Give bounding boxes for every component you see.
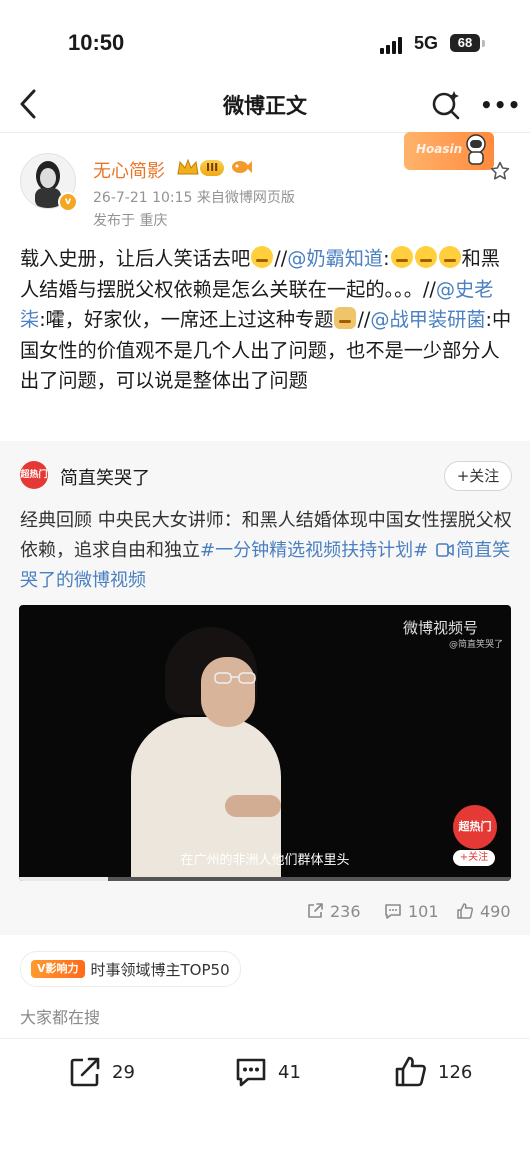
status-bar: 10:50 5G 68 [0,0,530,80]
repost-count: 29 [112,1061,135,1083]
crown-icon [177,158,199,175]
share-icon [70,1057,100,1087]
battery-icon: 68 [450,34,480,52]
repost-stat-shares-count: 236 [330,902,361,921]
fish-icon [232,161,252,173]
speaker-hand [225,795,281,817]
follow-button[interactable]: +关注 [444,461,512,491]
astronaut-icon [466,134,486,165]
video-progress-fill [19,877,108,881]
signal-icon [380,36,406,54]
doge-emoji-icon [334,307,357,329]
more-icon[interactable]: ••• [480,95,521,115]
post-text-part: 载入史册，让后人笑话去吧 [20,247,251,270]
mention-link[interactable]: @战甲装研菌 [370,308,485,331]
like-button[interactable]: 126 [394,1052,472,1092]
author-name[interactable]: 无心简影 [93,157,165,183]
smirk-emoji-icon [251,246,274,268]
repost-avatar[interactable]: 超热门 [20,461,48,489]
sweat-smile-emoji-icon [414,246,437,268]
video-camera-icon [436,543,454,557]
nav-bar: 微博正文 ••• [0,80,530,132]
post-text: 载入史册，让后人笑话去吧//@奶霸知道: 和黑人结婚与摆脱父权依赖是怎么关联在一起… [20,244,514,397]
comment-icon [236,1058,266,1087]
topic-link[interactable]: #一分钟精选视频扶持计划# [200,540,428,561]
video-progress-bar[interactable] [19,877,511,881]
status-time: 10:50 [68,30,125,55]
decoration-text: Hoasin [416,142,463,156]
like-count: 126 [438,1061,473,1083]
repost-button[interactable]: 29 [68,1052,135,1092]
trending-search-title: 大家都在搜 [20,1008,101,1027]
mention-link[interactable]: @奶霸知道 [287,247,383,270]
video-player[interactable]: 微博视频号 @简直笑哭了 超热门 +关注 在广州的非洲人他们群体里头 [19,605,511,881]
video-watermark-sub: @简直笑哭了 [449,640,504,650]
influence-text: 时事领域博主TOP50 [90,960,230,979]
search-icon[interactable] [430,88,462,120]
glasses-icon [214,672,256,684]
repost-stat-shares[interactable]: 236 [306,901,361,923]
repost-stat-likes-count: 490 [480,902,511,921]
post-text-part: :嚯，好家伙，一席还上过这种专题 [39,308,334,331]
post-time-source: 26-7-21 10:15 来自微博网页版 [93,190,295,206]
influence-badge: V影响力 [31,960,85,978]
repost-text: 经典回顾 中央民大女讲师：和黑人结婚体现中国女性摆脱父权依赖，追求自由和独立#一… [20,506,514,596]
sweat-smile-emoji-icon [438,246,461,268]
comment-count: 41 [278,1061,301,1083]
post-text-part: : [383,247,390,270]
repost-separator: // [357,308,371,331]
repost-author-name[interactable]: 简直笑哭了 [60,464,150,490]
hot-badge: 超热门 [453,805,497,849]
video-subtitle: 在广州的非洲人他们群体里头 [180,853,350,868]
repost-separator: // [274,247,288,270]
speaker-face [201,657,255,727]
share-icon [308,903,323,918]
star-icon[interactable] [490,161,510,181]
repost-stat-comments[interactable]: 101 [384,901,439,923]
like-icon [395,1056,426,1087]
post-location: 发布于 重庆 [93,213,168,229]
repost-stat-comments-count: 101 [408,902,439,921]
comment-icon [385,904,401,919]
verified-badge-icon: v [58,192,78,212]
comment-button[interactable]: 41 [234,1052,301,1092]
battery-tip [482,40,485,47]
influence-tag[interactable]: V影响力 时事领域博主TOP50 [20,951,241,987]
level-badge: III [200,160,225,176]
sweat-smile-emoji-icon [390,246,413,268]
video-watermark: 微博视频号 [403,619,479,637]
network-type: 5G [414,33,439,53]
repost-stat-likes[interactable]: 490 [456,901,511,923]
like-icon [457,903,474,919]
